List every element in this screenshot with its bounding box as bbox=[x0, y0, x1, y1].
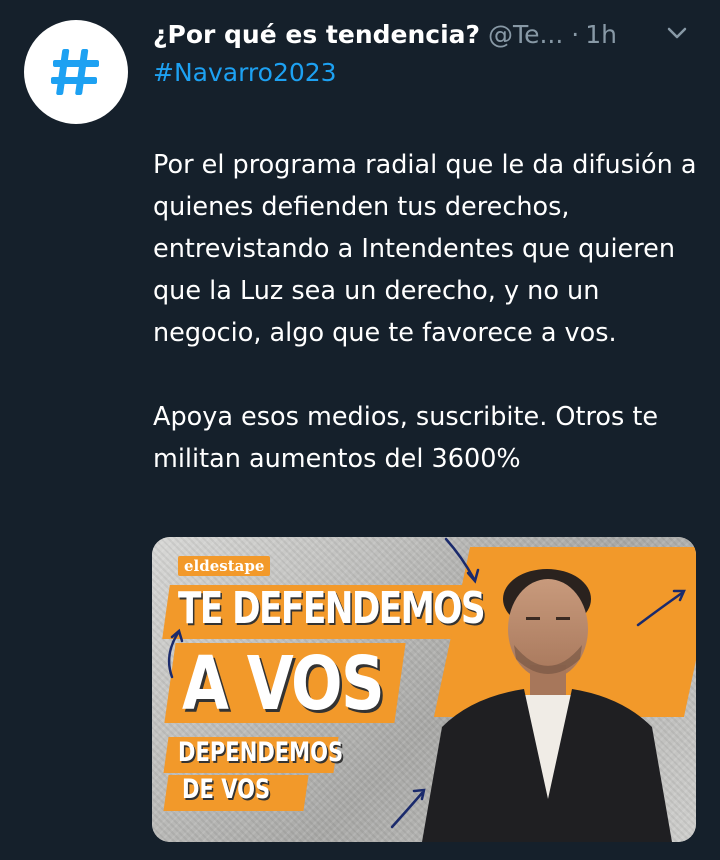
tweet-media-image[interactable]: eldestape TE DEFENDEMOS A VOS DEPENDEMOS… bbox=[152, 537, 696, 842]
tweet-time[interactable]: 1h bbox=[585, 20, 617, 49]
tweet-title[interactable]: ¿Por qué es tendencia? bbox=[153, 20, 480, 49]
tweet-header: ¿Por qué es tendencia? @Te... · 1h bbox=[153, 14, 700, 54]
tweet-paragraph: Por el programa radial que le da difusió… bbox=[153, 150, 697, 348]
image-subline: DE VOS bbox=[182, 774, 271, 805]
tweet-paragraph: Apoya esos medios, suscribite. Otros te … bbox=[153, 402, 659, 474]
avatar[interactable] bbox=[24, 20, 128, 124]
brand-logo: eldestape bbox=[178, 556, 271, 576]
hashtag-icon bbox=[51, 49, 99, 95]
image-subline: DEPENDEMOS bbox=[178, 737, 344, 768]
hashtag-link[interactable]: #Navarro2023 bbox=[153, 58, 337, 87]
tweet-handle[interactable]: @Te... bbox=[488, 20, 563, 49]
tweet-body: Por el programa radial que le da difusió… bbox=[153, 144, 703, 480]
image-headline-large: A VOS bbox=[182, 641, 385, 727]
chevron-down-icon[interactable] bbox=[662, 18, 692, 48]
image-headline: TE DEFENDEMOS bbox=[178, 583, 486, 634]
separator-dot: · bbox=[571, 19, 580, 49]
